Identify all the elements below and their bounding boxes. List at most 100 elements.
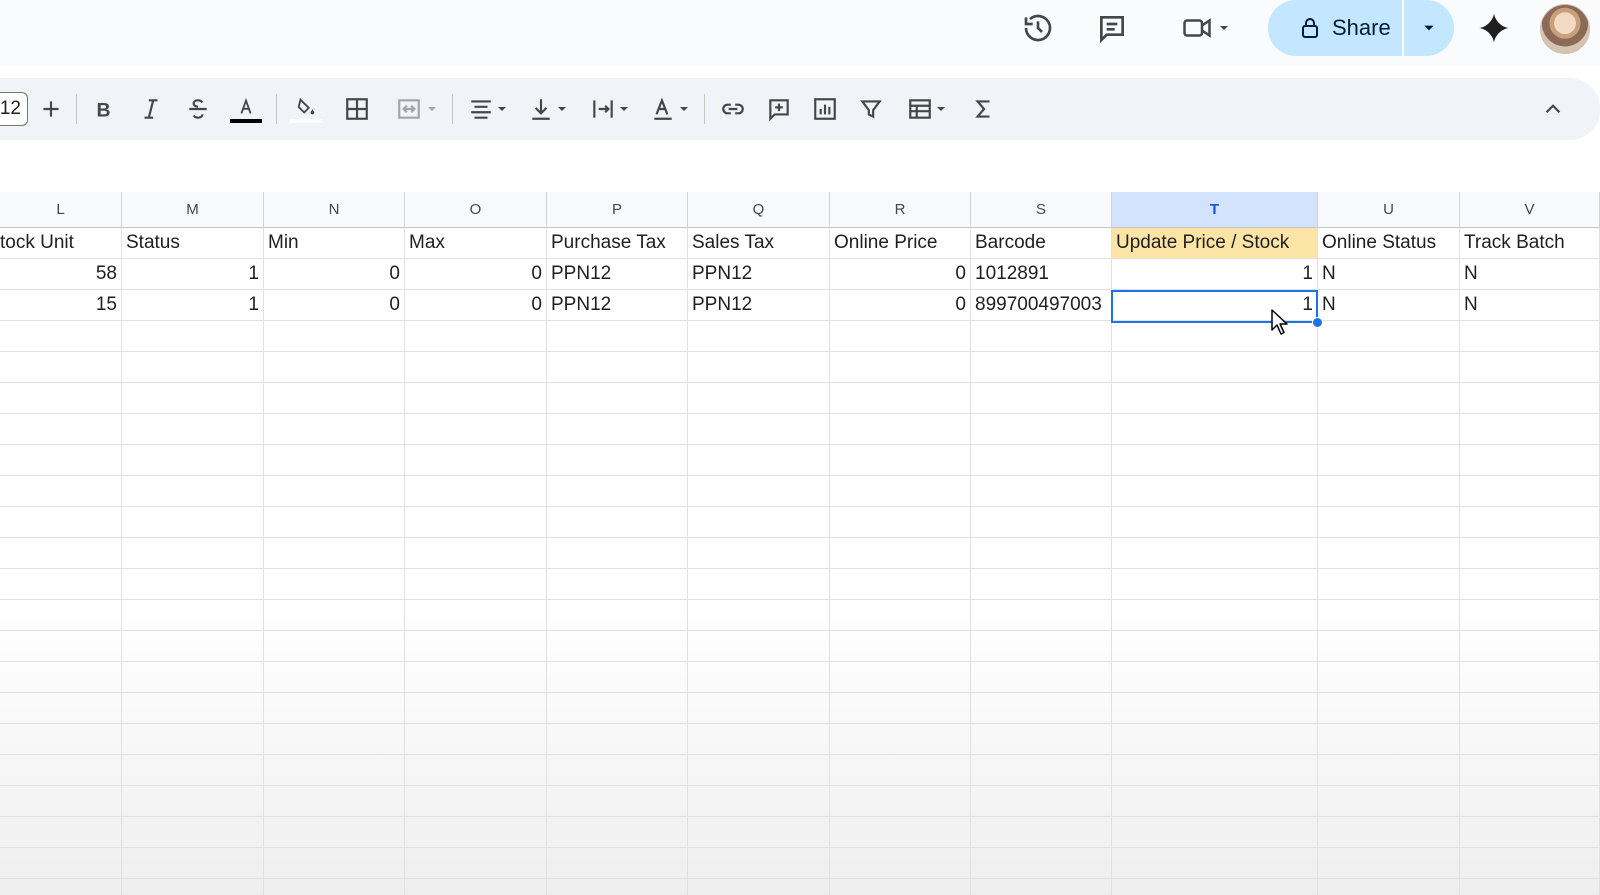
empty-cell[interactable] (0, 662, 122, 693)
empty-cell[interactable] (830, 445, 971, 476)
empty-cell[interactable] (971, 507, 1112, 538)
empty-cell[interactable] (971, 755, 1112, 786)
empty-cell[interactable] (971, 848, 1112, 879)
empty-cell[interactable] (264, 569, 405, 600)
increase-font-size-icon[interactable] (36, 90, 66, 128)
empty-cell[interactable] (1318, 786, 1460, 817)
empty-cell[interactable] (122, 569, 264, 600)
column-header-M[interactable]: M (122, 192, 264, 228)
empty-cell[interactable] (1460, 786, 1600, 817)
empty-cell[interactable] (830, 662, 971, 693)
cell-header[interactable]: Barcode (971, 228, 1112, 259)
empty-cell[interactable] (1460, 507, 1600, 538)
share-button[interactable]: Share (1268, 0, 1402, 56)
empty-cell[interactable] (0, 817, 122, 848)
empty-cell[interactable] (0, 879, 122, 895)
cell[interactable]: N (1318, 290, 1460, 321)
empty-cell[interactable] (1112, 724, 1318, 755)
empty-cell[interactable] (547, 507, 688, 538)
fill-handle[interactable] (1312, 317, 1323, 328)
empty-cell[interactable] (1318, 662, 1460, 693)
filter-icon[interactable] (854, 90, 888, 128)
comment-icon[interactable] (1094, 10, 1130, 46)
empty-cell[interactable] (405, 693, 547, 724)
empty-cell[interactable] (688, 848, 830, 879)
empty-cell[interactable] (830, 538, 971, 569)
empty-cell[interactable] (830, 786, 971, 817)
cell[interactable]: 899700497003 (971, 290, 1112, 321)
empty-cell[interactable] (1112, 383, 1318, 414)
cell[interactable]: PPN12 (547, 259, 688, 290)
empty-cell[interactable] (405, 538, 547, 569)
vertical-align-icon[interactable] (522, 90, 574, 128)
empty-cell[interactable] (264, 879, 405, 895)
cell-header[interactable]: Sales Tax (688, 228, 830, 259)
empty-cell[interactable] (830, 817, 971, 848)
empty-cell[interactable] (1318, 724, 1460, 755)
empty-cell[interactable] (405, 414, 547, 445)
empty-cell[interactable] (0, 569, 122, 600)
cell-header[interactable]: Purchase Tax (547, 228, 688, 259)
empty-cell[interactable] (1318, 476, 1460, 507)
empty-cell[interactable] (122, 321, 264, 352)
cell-header[interactable]: Max (405, 228, 547, 259)
cell[interactable]: 1012891 (971, 259, 1112, 290)
empty-cell[interactable] (1318, 507, 1460, 538)
empty-cell[interactable] (547, 414, 688, 445)
empty-cell[interactable] (122, 600, 264, 631)
empty-cell[interactable] (122, 879, 264, 895)
empty-cell[interactable] (0, 383, 122, 414)
empty-cell[interactable] (547, 662, 688, 693)
empty-cell[interactable] (971, 693, 1112, 724)
empty-cell[interactable] (1460, 321, 1600, 352)
empty-cell[interactable] (688, 600, 830, 631)
empty-cell[interactable] (405, 724, 547, 755)
cell[interactable]: 15 (0, 290, 122, 321)
empty-cell[interactable] (1112, 879, 1318, 895)
empty-cell[interactable] (1460, 693, 1600, 724)
empty-cell[interactable] (264, 352, 405, 383)
video-call-icon[interactable] (1176, 10, 1236, 46)
empty-cell[interactable] (971, 352, 1112, 383)
empty-cell[interactable] (0, 693, 122, 724)
empty-cell[interactable] (1112, 538, 1318, 569)
empty-cell[interactable] (122, 786, 264, 817)
column-header-L[interactable]: L (0, 192, 122, 228)
cell[interactable]: 0 (830, 290, 971, 321)
avatar[interactable] (1540, 4, 1590, 54)
gemini-icon[interactable] (1476, 10, 1512, 46)
empty-cell[interactable] (0, 600, 122, 631)
empty-cell[interactable] (0, 321, 122, 352)
empty-cell[interactable] (1112, 848, 1318, 879)
horizontal-align-icon[interactable] (462, 90, 514, 128)
empty-cell[interactable] (688, 662, 830, 693)
empty-cell[interactable] (547, 631, 688, 662)
sheet-grid[interactable]: L M N O P Q R S T U V tock Unit Status M… (0, 192, 1600, 895)
empty-cell[interactable] (1460, 848, 1600, 879)
empty-cell[interactable] (1460, 662, 1600, 693)
empty-cell[interactable] (405, 879, 547, 895)
empty-cell[interactable] (1112, 476, 1318, 507)
cell[interactable]: N (1460, 290, 1600, 321)
empty-cell[interactable] (0, 414, 122, 445)
cell[interactable]: N (1318, 259, 1460, 290)
cell[interactable]: 1 (122, 259, 264, 290)
empty-cell[interactable] (1460, 476, 1600, 507)
empty-cell[interactable] (1318, 321, 1460, 352)
empty-cell[interactable] (1318, 693, 1460, 724)
empty-cell[interactable] (264, 507, 405, 538)
empty-cell[interactable] (1112, 569, 1318, 600)
empty-cell[interactable] (1460, 755, 1600, 786)
column-header-S[interactable]: S (971, 192, 1112, 228)
column-header-T[interactable]: T (1112, 192, 1318, 228)
empty-cell[interactable] (1460, 879, 1600, 895)
empty-cell[interactable] (971, 662, 1112, 693)
cell-header-highlighted[interactable]: Update Price / Stock (1112, 228, 1318, 259)
empty-cell[interactable] (264, 755, 405, 786)
bold-icon[interactable]: B (88, 90, 118, 128)
empty-cell[interactable] (1460, 352, 1600, 383)
column-header-N[interactable]: N (264, 192, 405, 228)
cell[interactable]: 1 (122, 290, 264, 321)
empty-cell[interactable] (405, 476, 547, 507)
empty-cell[interactable] (122, 383, 264, 414)
